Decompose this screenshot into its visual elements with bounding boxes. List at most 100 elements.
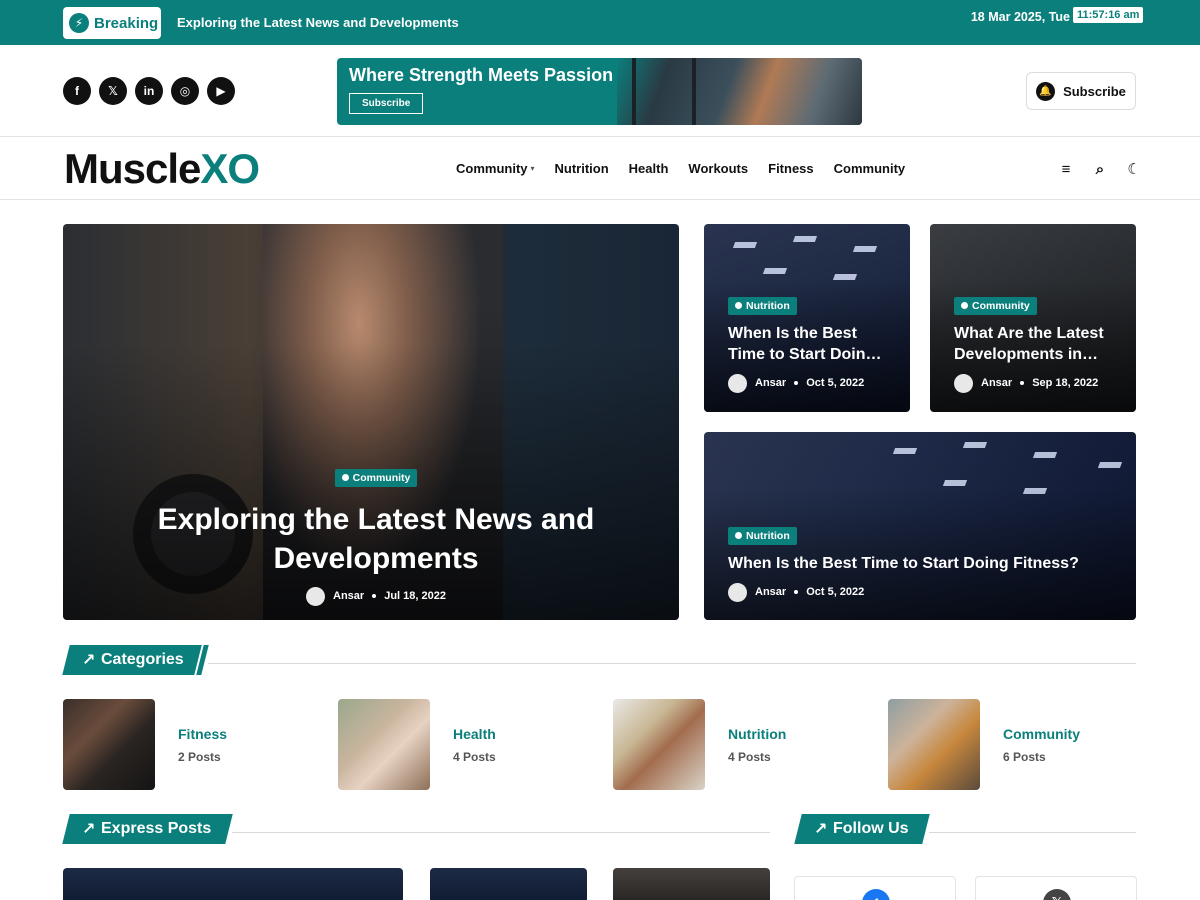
arrow-up-right-icon: ↗ [82, 652, 96, 669]
side-post[interactable]: Community What Are the Latest Developmen… [930, 224, 1136, 412]
card-content: Nutrition When Is the Best Time to Start… [728, 296, 896, 393]
side-post-wide[interactable]: Nutrition When Is the Best Time to Start… [704, 432, 1136, 620]
follow-card-x[interactable]: 𝕏 [975, 876, 1137, 900]
header-divider [0, 136, 1200, 137]
category-item-fitness[interactable]: Fitness 2 Posts [63, 699, 227, 790]
follow-card-facebook[interactable]: f [794, 876, 956, 900]
bell-icon: 🔔 [1036, 81, 1056, 101]
banner-bar [632, 58, 636, 125]
hero-content: Community Exploring the Latest News and … [87, 468, 665, 606]
breaking-headline-link[interactable]: Exploring the Latest News and Developmen… [177, 15, 459, 30]
current-time: 11:57:16 am [1073, 7, 1144, 23]
nav-item-community[interactable]: Community [834, 161, 906, 176]
breaking-label: Breaking [94, 14, 159, 32]
category-tag[interactable]: Community [334, 468, 418, 487]
banner-subscribe-button[interactable]: Subscribe [349, 93, 424, 114]
category-count: 6 Posts [1003, 749, 1046, 764]
x-icon: 𝕏 [1043, 889, 1071, 900]
section-line [232, 832, 770, 833]
category-item-nutrition[interactable]: Nutrition 4 Posts [613, 699, 786, 790]
author-name[interactable]: Ansar [755, 586, 786, 598]
instagram-icon[interactable]: ◎ [171, 77, 199, 105]
facebook-icon[interactable]: f [63, 77, 91, 105]
category-tag[interactable]: Nutrition [728, 296, 797, 315]
category-thumbnail [613, 699, 705, 790]
section-title: Categories [101, 651, 185, 668]
tag-dot [735, 302, 742, 309]
chevron-down-icon: ▾ [530, 164, 535, 173]
author-name[interactable]: Ansar [981, 377, 1012, 389]
search-icon[interactable]: ⌕ [1092, 161, 1108, 178]
nav-item-health[interactable]: Health [629, 161, 669, 176]
linkedin-icon[interactable]: in [135, 77, 163, 105]
nav-item-fitness[interactable]: Fitness [768, 161, 814, 176]
card-content: Nutrition When Is the Best Time to Start… [728, 526, 1122, 602]
avatar [728, 373, 747, 393]
category-tag[interactable]: Community [954, 296, 1037, 315]
category-item-health[interactable]: Health 4 Posts [338, 699, 496, 790]
nav-item-workouts[interactable]: Workouts [688, 161, 748, 176]
hero-title[interactable]: Exploring the Latest News and Developmen… [141, 500, 611, 578]
promo-banner[interactable]: Where Strength Meets Passion Subscribe [337, 58, 862, 125]
category-thumbnail [338, 699, 430, 790]
post-date: Sep 18, 2022 [1032, 377, 1099, 389]
arrow-up-right-icon: ↗ [82, 821, 96, 838]
post-meta: Ansar Oct 5, 2022 [728, 373, 896, 393]
author-name[interactable]: Ansar [333, 590, 364, 602]
arrow-up-right-icon: ↗ [814, 821, 828, 838]
categories-heading: ↗ Categories [62, 645, 1136, 675]
tag-label: Community [972, 299, 1030, 312]
post-date: Jul 18, 2022 [384, 590, 446, 602]
express-post-card[interactable] [63, 868, 403, 900]
post-meta: Ansar Jul 18, 2022 [87, 586, 665, 606]
post-date: Oct 5, 2022 [806, 377, 865, 389]
post-title[interactable]: What Are the Latest Developments in… [954, 323, 1122, 365]
avatar [728, 582, 747, 602]
lightning-icon: ⚡ [69, 13, 89, 33]
youtube-icon[interactable]: ▶ [207, 77, 235, 105]
category-tag[interactable]: Nutrition [728, 526, 797, 545]
category-name[interactable]: Fitness [178, 726, 227, 742]
category-name[interactable]: Health [453, 726, 496, 742]
card-content: Community What Are the Latest Developmen… [954, 296, 1122, 393]
author-name[interactable]: Ansar [755, 377, 786, 389]
express-post-card[interactable] [613, 868, 770, 900]
logo-text: Muscle [64, 145, 201, 192]
nav-item-nutrition[interactable]: Nutrition [555, 161, 609, 176]
category-count: 4 Posts [453, 749, 496, 764]
nav-item-community-dropdown[interactable]: Community ▾ [456, 161, 535, 176]
section-pill: ↗ Express Posts [62, 814, 230, 844]
post-title[interactable]: When Is the Best Time to Start Doin… [728, 323, 896, 365]
category-name[interactable]: Community [1003, 726, 1080, 742]
category-name[interactable]: Nutrition [728, 726, 786, 742]
dark-mode-icon[interactable]: ☾ [1126, 160, 1142, 178]
banner-headline: Where Strength Meets Passion [349, 65, 614, 85]
banner-bar [692, 58, 696, 125]
express-posts-heading: ↗ Express Posts [62, 814, 770, 844]
nav-label: Community [456, 161, 528, 176]
category-thumbnail [63, 699, 155, 790]
meta-separator [794, 381, 799, 385]
x-icon[interactable]: 𝕏 [99, 77, 127, 105]
meta-separator [1020, 381, 1025, 385]
side-post[interactable]: Nutrition When Is the Best Time to Start… [704, 224, 910, 412]
avatar [306, 586, 326, 606]
express-post-card[interactable] [430, 868, 587, 900]
site-logo[interactable]: MuscleXO [64, 145, 260, 192]
nav-tools: ≡ ⌕ ☾ [1058, 160, 1142, 179]
section-title: Express Posts [101, 820, 212, 837]
category-item-community[interactable]: Community 6 Posts [888, 699, 1080, 790]
post-title[interactable]: When Is the Best Time to Start Doing Fit… [728, 553, 1122, 574]
tag-dot [961, 302, 968, 309]
meta-separator [372, 594, 377, 598]
subscribe-label: Subscribe [1063, 83, 1126, 99]
logo-accent: XO [200, 145, 260, 192]
hero-post[interactable]: Community Exploring the Latest News and … [63, 224, 679, 620]
breaking-badge[interactable]: ⚡ Breaking [63, 7, 161, 39]
section-title: Follow Us [833, 820, 909, 837]
tag-dot [735, 532, 742, 539]
tag-label: Community [352, 471, 411, 484]
subscribe-button[interactable]: 🔔 Subscribe [1026, 72, 1136, 110]
menu-icon[interactable]: ≡ [1058, 161, 1074, 178]
meta-separator [794, 590, 799, 594]
